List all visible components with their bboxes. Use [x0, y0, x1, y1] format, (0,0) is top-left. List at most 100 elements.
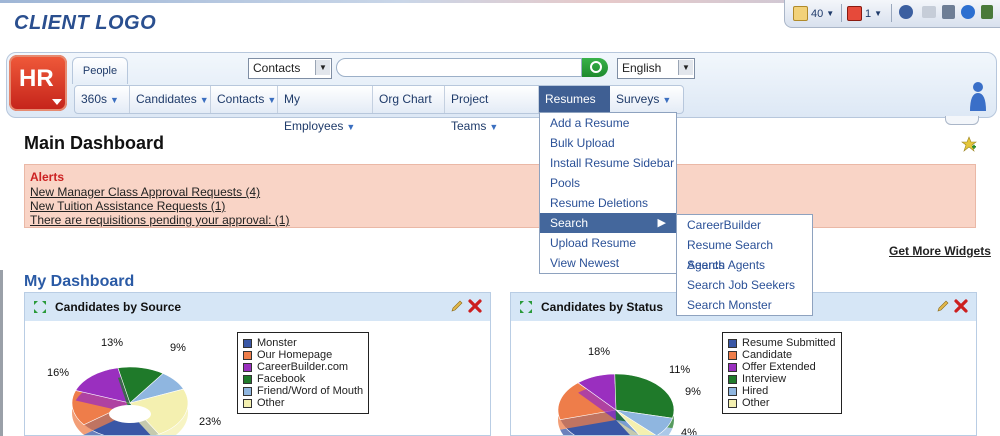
chart-legend: Resume Submitted Candidate Offer Extende…: [722, 332, 842, 414]
legend-item: Friend/Word of Mouth: [243, 385, 363, 397]
menu-item-add-resume[interactable]: Add a Resume: [540, 113, 676, 133]
nav-label: My Employees: [284, 92, 344, 133]
legend-label: Other: [742, 397, 770, 409]
legend-label: Resume Submitted: [742, 337, 836, 349]
menu-item-label: Search: [550, 216, 589, 230]
get-more-widgets-link[interactable]: Get More Widgets: [889, 244, 991, 258]
utility-bar: 40 ▼ 1 ▼: [784, 0, 1000, 28]
legend-swatch: [243, 386, 252, 396]
alerts-count: 1: [865, 7, 872, 20]
search-button[interactable]: [582, 58, 608, 77]
alerts-menu[interactable]: 1 ▼: [847, 6, 882, 21]
nav-resumes[interactable]: Resumes: [539, 86, 610, 113]
resumes-dropdown-menu: Add a Resume Bulk Upload Install Resume …: [539, 112, 677, 274]
widget-title: Candidates by Source: [55, 300, 182, 314]
search-scope-select[interactable]: Contacts ▼: [248, 58, 332, 79]
edit-pencil-icon[interactable]: [936, 299, 950, 313]
data-label: 16%: [47, 367, 70, 379]
calendar-icon: [847, 6, 862, 21]
link-icon[interactable]: [922, 6, 936, 18]
chevron-down-icon: ▼: [662, 95, 672, 105]
submenu-item-resume-search-agents[interactable]: Resume Search Agents: [677, 235, 812, 272]
alert-link[interactable]: New Manager Class Approval Requests (4): [30, 185, 260, 199]
question-icon[interactable]: [961, 5, 975, 19]
nav-label: Contacts: [217, 92, 265, 106]
legend-label: Facebook: [257, 373, 306, 385]
menu-item-view-newest[interactable]: View Newest: [540, 253, 676, 273]
legend-label: Our Homepage: [257, 349, 333, 361]
source-pie-chart: [71, 366, 189, 435]
legend-item: Facebook: [243, 373, 363, 385]
caret-down-icon: [52, 99, 62, 105]
submenu-item-search-agents[interactable]: Search Agents: [677, 255, 812, 275]
legend-label: CareerBuilder.com: [257, 361, 349, 373]
menu-item-upload-resume[interactable]: Upload Resume: [540, 233, 676, 253]
legend-swatch: [243, 374, 252, 384]
language-select[interactable]: English ▼: [617, 58, 695, 79]
nav-project-teams[interactable]: Project Teams ▼: [445, 86, 539, 133]
nav-candidates[interactable]: Candidates ▼: [130, 86, 211, 113]
main-nav: 360s ▼ Candidates ▼ Contacts ▼ My Employees…: [74, 85, 684, 133]
logout-icon[interactable]: [981, 5, 993, 19]
messages-menu[interactable]: 40 ▼: [793, 6, 834, 21]
chevron-down-icon: ▼: [199, 95, 209, 105]
hr-app-logo[interactable]: HR: [9, 55, 67, 111]
menu-item-search[interactable]: Search ▶: [540, 213, 676, 233]
submenu-item-search-job-seekers[interactable]: Search Job Seekers: [677, 275, 812, 295]
menu-item-resume-deletions[interactable]: Resume Deletions: [540, 193, 676, 213]
mailbox-icon[interactable]: [942, 5, 955, 19]
menu-item-bulk-upload[interactable]: Bulk Upload: [540, 133, 676, 153]
menu-item-pools[interactable]: Pools: [540, 173, 676, 193]
legend-label: Candidate: [742, 349, 793, 361]
data-label: 13%: [101, 337, 124, 349]
tab-people[interactable]: People: [72, 57, 128, 84]
nav-label: Surveys: [616, 92, 660, 106]
user-profile-icon[interactable]: [968, 80, 988, 112]
edit-pencil-icon[interactable]: [450, 299, 464, 313]
nav-surveys[interactable]: Surveys ▼: [610, 86, 683, 113]
legend-swatch: [243, 350, 252, 360]
legend-swatch: [243, 398, 252, 408]
search-input[interactable]: [336, 58, 582, 77]
delete-icon[interactable]: [953, 298, 969, 314]
envelope-icon: [793, 6, 808, 21]
legend-swatch: [243, 362, 252, 372]
search-submenu: CareerBuilder Resume Search Agents Searc…: [676, 214, 813, 316]
nav-label: Org Chart: [379, 92, 432, 106]
widget-candidates-by-source: Candidates by Source 13% 9% 16% 23% Mons…: [24, 292, 491, 436]
data-label: 23%: [199, 416, 222, 428]
client-logo: CLIENT LOGO: [14, 12, 157, 34]
collapse-header-tab[interactable]: [945, 116, 979, 125]
section-title: My Dashboard: [24, 273, 135, 290]
status-pie-chart: [557, 373, 675, 435]
legend-swatch: [728, 338, 737, 348]
data-label: 18%: [588, 346, 611, 358]
alert-link[interactable]: New Tuition Assistance Requests (1): [30, 199, 225, 213]
chevron-down-icon: ▼: [826, 9, 835, 18]
add-widget-icon[interactable]: [961, 136, 977, 152]
window-edge: [0, 270, 3, 436]
nav-label: Resumes: [545, 92, 596, 106]
nav-contacts[interactable]: Contacts ▼: [211, 86, 278, 113]
expand-icon[interactable]: [519, 300, 533, 314]
help-circle-icon[interactable]: [899, 5, 913, 19]
delete-icon[interactable]: [467, 298, 483, 314]
submenu-item-careerbuilder[interactable]: CareerBuilder: [677, 215, 812, 235]
nav-360s[interactable]: 360s ▼: [75, 86, 130, 113]
nav-org-chart[interactable]: Org Chart: [373, 86, 445, 113]
data-label: 11%: [669, 364, 691, 376]
data-label: 9%: [170, 342, 186, 354]
legend-item: Monster: [243, 337, 363, 349]
nav-my-employees[interactable]: My Employees ▼: [278, 86, 373, 133]
legend-swatch: [728, 374, 737, 384]
legend-item: Hired: [728, 385, 836, 397]
hr-logo-text: HR: [19, 65, 54, 92]
legend-item: Our Homepage: [243, 349, 363, 361]
submenu-item-search-monster[interactable]: Search Monster: [677, 295, 812, 315]
legend-swatch: [728, 386, 737, 396]
expand-icon[interactable]: [33, 300, 47, 314]
menu-item-install-resume-sidebar[interactable]: Install Resume Sidebar: [540, 153, 676, 173]
legend-label: Interview: [742, 373, 787, 385]
nav-label: Project Teams: [451, 92, 489, 133]
alert-link[interactable]: There are requisitions pending your appr…: [30, 213, 289, 227]
